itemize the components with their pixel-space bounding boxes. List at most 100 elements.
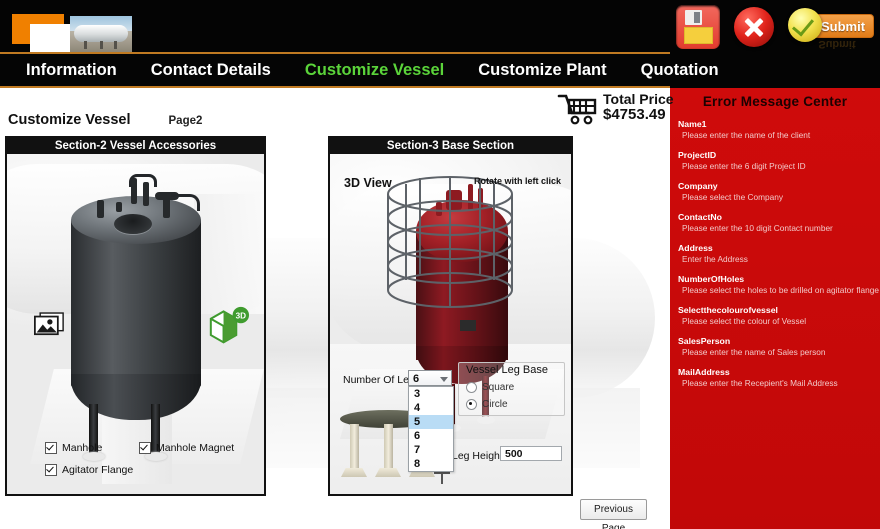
image-icon[interactable] <box>34 312 64 337</box>
photo-tank <box>74 25 128 42</box>
panel-base-header: Section-3 Base Section <box>330 138 571 154</box>
option-5[interactable]: 5 <box>409 415 453 429</box>
illustration-leg <box>350 424 359 472</box>
option-3[interactable]: 3 <box>409 387 453 401</box>
illustration-foot <box>375 468 401 477</box>
radio-button <box>466 382 477 393</box>
photo-tank-leg <box>100 41 103 49</box>
illustration-foot <box>341 468 367 477</box>
option-4[interactable]: 4 <box>409 401 453 415</box>
checkbox-label: Manhole Magnet <box>156 442 235 454</box>
photo-tank-leg <box>84 41 87 49</box>
option-7[interactable]: 7 <box>409 443 453 457</box>
vessel-legs <box>81 404 191 466</box>
outlet-pipe <box>171 194 200 211</box>
svg-text:3D: 3D <box>236 312 247 321</box>
error-message: Please enter the Recepient's Mail Addres… <box>682 378 838 388</box>
error-field: MailAddress <box>678 367 730 377</box>
error-item: SalesPerson Please enter the name of Sal… <box>678 336 880 358</box>
content-bottom-filler <box>0 496 670 529</box>
checkbox-manhole[interactable]: Manhole <box>45 442 102 454</box>
check-circle-icon <box>788 8 822 42</box>
option-8[interactable]: 8 <box>409 457 453 471</box>
close-button[interactable] <box>734 7 774 47</box>
nav-item-customize-vessel[interactable]: Customize Vessel <box>305 61 444 80</box>
total-price-value: $4753.49 <box>603 105 666 123</box>
page-number: Page2 <box>168 115 203 127</box>
checkbox-agitator-flange[interactable]: Agitator Flange <box>45 464 133 476</box>
radio-button <box>466 399 477 410</box>
save-shutter <box>685 10 702 25</box>
submit-reflection: Submit <box>818 39 856 50</box>
nav-item-customize-plant[interactable]: Customize Plant <box>478 61 606 80</box>
error-message: Please enter the 6 digit Project ID <box>682 161 806 171</box>
safety-cage <box>370 172 530 332</box>
save-button[interactable] <box>676 5 720 49</box>
nozzle <box>97 200 104 218</box>
error-message: Please enter the name of the client <box>682 130 811 140</box>
total-price-label: Total Price <box>603 91 674 107</box>
page-header: Customize Vessel Page2 <box>8 112 202 128</box>
main-navigation: Information Contact Details Customize Ve… <box>0 52 719 88</box>
page-title: Customize Vessel <box>8 112 131 128</box>
small-nozzle <box>116 202 122 212</box>
error-message: Please select the Company <box>682 192 784 202</box>
toolbar: Submit Submit <box>676 3 874 51</box>
number-of-legs-select[interactable]: 6 <box>408 370 452 386</box>
number-of-legs-value: 6 <box>413 373 420 385</box>
error-item: ProjectID Please enter the 6 digit Proje… <box>678 150 880 172</box>
error-item: Name1 Please enter the name of the clien… <box>678 119 880 141</box>
checkbox-box <box>139 442 151 454</box>
leg-height-input[interactable]: 500 <box>500 446 562 461</box>
nozzle <box>163 198 170 218</box>
error-item: ContactNo Please enter the 10 digit Cont… <box>678 212 880 234</box>
error-message-center: Error Message Center Name1 Please enter … <box>670 88 880 529</box>
number-of-legs-dropdown[interactable]: 3 4 5 6 7 8 <box>408 386 454 472</box>
leg-height-label: Leg Height <box>452 450 503 462</box>
save-label-plate <box>684 27 713 44</box>
error-field: ContactNo <box>678 212 722 222</box>
checkbox-label: Agitator Flange <box>62 464 134 476</box>
error-field: Address <box>678 243 713 253</box>
error-field: NumberOfHoles <box>678 274 745 284</box>
submit-button[interactable]: Submit Submit <box>788 6 874 50</box>
leg-foot <box>477 416 495 424</box>
error-list: Name1 Please enter the name of the clien… <box>670 109 880 389</box>
chevron-down-icon <box>440 377 448 382</box>
error-message: Please enter the 10 digit Contact number <box>682 223 833 233</box>
close-icon <box>734 7 774 47</box>
error-message: Please enter the name of Sales person <box>682 347 826 357</box>
vessel-leg-base-title: Vessel Leg Base <box>466 364 548 376</box>
logo-vessel-photo <box>70 16 132 52</box>
error-item: Address Enter the Address <box>678 243 880 265</box>
3d-view-icon[interactable]: 3D <box>207 306 251 346</box>
manhole-opening <box>114 214 152 234</box>
error-center-title: Error Message Center <box>702 94 848 109</box>
nav-item-contact-details[interactable]: Contact Details <box>151 61 271 80</box>
error-field: SalesPerson <box>678 336 731 346</box>
error-message: Enter the Address <box>682 254 748 264</box>
checkbox-manhole-magnet[interactable]: Manhole Magnet <box>139 442 234 454</box>
dark-vessel-model <box>71 174 201 420</box>
photo-tank-leg <box>114 41 117 49</box>
total-price-block: Total Price $4753.49 <box>557 92 674 126</box>
radio-label: Square <box>482 382 515 393</box>
nav-item-information[interactable]: Information <box>26 61 117 80</box>
save-icon <box>676 5 720 49</box>
radio-circle[interactable]: Circle <box>466 399 508 410</box>
nav-item-quotation[interactable]: Quotation <box>641 61 719 80</box>
checkbox-box <box>45 442 57 454</box>
error-item: Selectthecolourofvessel Please select th… <box>678 305 880 327</box>
error-field: Selectthecolourofvessel <box>678 305 778 315</box>
option-6[interactable]: 6 <box>409 429 453 443</box>
cart-icon <box>557 94 597 125</box>
panel-vessel-accessories: Section-2 Vessel Accessories 3D Manhole … <box>5 136 266 496</box>
previous-page-button[interactable]: Previous Page <box>580 499 647 529</box>
rotate-hint-label: Rotate with left click <box>473 176 561 186</box>
company-logo <box>12 14 132 52</box>
radio-square[interactable]: Square <box>466 382 514 393</box>
error-message: Please select the colour of Vessel <box>682 316 807 326</box>
pipe-bend <box>129 174 157 187</box>
illustration-leg <box>384 424 393 472</box>
panel-accessories-header: Section-2 Vessel Accessories <box>7 138 264 154</box>
